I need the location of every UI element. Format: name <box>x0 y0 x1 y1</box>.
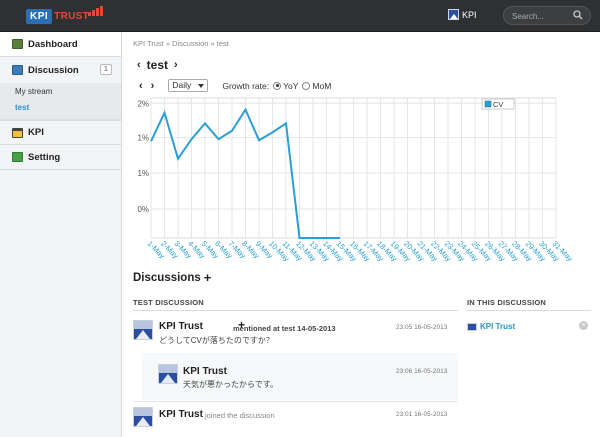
page-title: test <box>146 58 169 72</box>
breadcrumb: KPI Trust » Discussion » test <box>133 39 229 48</box>
post-action: joined the discussion <box>205 411 275 420</box>
dashboard-icon <box>12 39 23 49</box>
sidebar-item-discussion[interactable]: Discussion 1 <box>0 57 121 83</box>
radio-yoy[interactable] <box>273 81 282 90</box>
chevron-right-icon[interactable]: › <box>174 59 178 71</box>
chart-controls: ‹ › Daily Growth rate: YoY MoM <box>139 79 331 92</box>
divider <box>133 310 458 311</box>
next-period-icon[interactable]: › <box>151 80 155 92</box>
reply-message: 天気が悪かったからです。 <box>183 380 278 389</box>
kpi-icon <box>12 127 23 138</box>
participant-item[interactable]: KPI Trust <box>467 322 515 331</box>
discussions-header: Discussions + <box>133 270 211 285</box>
top-bar: KPI TRUST KPI <box>0 0 600 32</box>
sidebar-subnav: My stream test <box>0 83 121 120</box>
participant-avatar-icon <box>467 322 477 331</box>
avatar <box>158 364 178 384</box>
radio-mom-label: MoM <box>312 80 332 91</box>
prev-period-icon[interactable]: ‹ <box>139 80 143 92</box>
sidebar-item-label: KPI <box>28 127 44 138</box>
kpi-switcher-label: KPI <box>462 9 477 20</box>
reply-timestamp: 23:06 16-05-2013 <box>396 368 448 375</box>
app-logo[interactable]: KPI TRUST <box>26 6 103 24</box>
close-icon[interactable]: × <box>579 321 588 330</box>
discussions-title: Discussions <box>133 271 201 284</box>
sidebar-item-kpi[interactable]: KPI <box>0 120 121 145</box>
search-input[interactable] <box>512 10 574 22</box>
sidebar: Dashboard Discussion 1 My stream test KP… <box>0 32 122 437</box>
post-timestamp: 23:05 16-05-2013 <box>396 324 448 331</box>
sidebar-item-setting[interactable]: Setting <box>0 145 121 170</box>
post-message: どうしてCVが落ちたのですか？ <box>159 336 274 345</box>
post-action: mentioned at test 14-05-2013 <box>233 324 336 333</box>
y-tick-label: 2% <box>137 99 149 108</box>
add-discussion-icon[interactable]: + <box>204 270 212 285</box>
radio-yoy-label: YoY <box>283 80 299 91</box>
search-icon[interactable] <box>573 10 583 20</box>
sidebar-item-label: Setting <box>28 151 61 163</box>
logo-trust: TRUST <box>54 10 90 22</box>
chevron-down-icon <box>198 84 205 88</box>
kpi-switcher[interactable]: KPI <box>448 9 477 20</box>
radio-mom[interactable] <box>302 81 311 90</box>
growth-rate-label: Growth rate: <box>222 80 270 91</box>
sidebar-item-dashboard[interactable]: Dashboard <box>0 32 121 57</box>
setting-icon <box>12 152 23 162</box>
post-author[interactable]: KPI Trust <box>159 321 203 332</box>
discussion-icon <box>12 65 23 75</box>
sidebar-subitem-test[interactable]: test <box>15 103 29 112</box>
post-action-text: mentioned at test 14-05-2013 <box>233 324 336 333</box>
kpi-avatar-icon <box>448 9 459 20</box>
post-author[interactable]: KPI Trust <box>159 409 203 420</box>
sidebar-item-label: Dashboard <box>28 38 78 50</box>
reply-author[interactable]: KPI Trust <box>183 366 227 377</box>
participant-name: KPI Trust <box>480 322 516 331</box>
section-label-test-discussion: TEST DISCUSSION <box>133 298 204 307</box>
period-select[interactable]: Daily <box>168 79 209 92</box>
discussion-count-badge: 1 <box>100 64 112 75</box>
sidebar-item-label: Discussion <box>28 64 79 76</box>
post-timestamp: 23:01 16-05-2013 <box>396 411 448 418</box>
y-tick-label: 1% <box>137 134 149 143</box>
logo-bars-icon <box>88 6 103 16</box>
logo-kpi: KPI <box>26 8 53 24</box>
cv-line-chart: 2%1%1%0%1-May2-May3-May4-May5-May6-May7-… <box>137 97 573 263</box>
sidebar-subitem-my-stream[interactable]: My stream <box>15 87 52 96</box>
avatar <box>133 407 153 427</box>
y-tick-label: 1% <box>137 169 149 178</box>
y-tick-label: 0% <box>137 205 149 214</box>
search-box <box>503 6 591 25</box>
chevron-left-icon[interactable]: ‹ <box>137 59 141 71</box>
section-label-in-this-discussion: IN THIS DISCUSSION <box>467 298 547 307</box>
page-title-row: ‹ test › <box>137 58 178 72</box>
legend-label-cv: CV <box>493 100 503 109</box>
divider <box>467 310 591 311</box>
legend-swatch <box>484 100 492 108</box>
avatar <box>133 320 153 340</box>
period-select-value: Daily <box>172 80 192 90</box>
divider <box>133 401 458 402</box>
